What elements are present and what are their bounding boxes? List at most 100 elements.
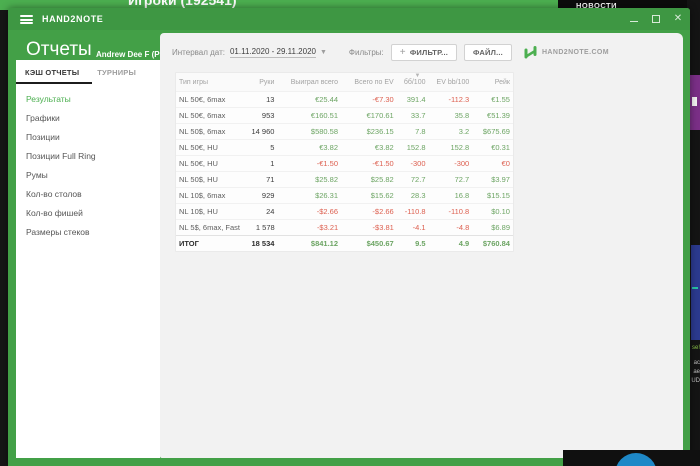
table-total-row[interactable]: ИТОГ 18 534 $841.12 $450.67 9.5 4.9 $760.84 bbox=[176, 235, 513, 251]
maximize-icon[interactable] bbox=[650, 13, 662, 25]
filter-button-label: ФИЛЬТР... bbox=[409, 47, 449, 57]
chevron-down-icon[interactable]: ▼ bbox=[320, 49, 327, 56]
add-filter-button[interactable]: + ФИЛЬТР... bbox=[390, 43, 458, 61]
cell-game-type: NL 50$, 6max bbox=[179, 127, 226, 136]
table-row[interactable]: NL 50€, HU 1 -€1.50 -€1.50 -300 -300 €0 bbox=[176, 155, 513, 171]
sidebar-item[interactable]: Позиции Full Ring bbox=[16, 147, 160, 166]
cell-value: -300 bbox=[410, 159, 426, 168]
column-header[interactable]: EV bb/100 bbox=[426, 79, 470, 86]
results-table: Тип игры Руки Выиграл всего Всего по EV бб/1… bbox=[175, 72, 514, 252]
cell-value: €160.51 bbox=[310, 111, 339, 120]
table-row[interactable]: NL 50€, HU 5 €3.82 €3.82 152.8 152.8 €0.31 bbox=[176, 139, 513, 155]
background-bottom-right bbox=[563, 450, 700, 466]
table-row[interactable]: NL 50$, 6max 14 960 $580.58 $236.15 7.8 3.2 $6… bbox=[176, 123, 513, 139]
cell-value: $580.58 bbox=[310, 127, 339, 136]
table-row[interactable]: NL 50€, 6max 13 €25.44 -€7.30 391.4 -112.3 €1.… bbox=[176, 91, 513, 107]
sidebar-tabs: КЭШ ОТЧЕТЫ ТУРНИРЫ bbox=[16, 60, 160, 84]
cell-hands: 13 bbox=[266, 95, 275, 104]
cell-value: -$3.21 bbox=[316, 223, 339, 232]
table-row[interactable]: NL 10$, 6max 929 $26.31 $15.62 28.3 16.8 $15.1… bbox=[176, 187, 513, 203]
cell-value: -112.3 bbox=[448, 95, 470, 104]
cell-value: 152.8 bbox=[450, 143, 470, 152]
cell-value: $15.15 bbox=[487, 191, 510, 200]
column-header[interactable]: Руки bbox=[229, 79, 274, 86]
cell-game-type: NL 10$, 6max bbox=[179, 191, 226, 200]
table-row[interactable]: NL 50€, 6max 953 €160.51 €170.61 33.7 35.8 €51… bbox=[176, 107, 513, 123]
cell-value: -110.8 bbox=[448, 207, 470, 216]
cell-value: 35.8 bbox=[454, 111, 470, 120]
sidebar-item[interactable]: Результаты bbox=[16, 90, 160, 109]
table-row[interactable]: NL 5$, 6max, Fast 1 578 -$3.21 -$3.81 -4.1 -4… bbox=[176, 219, 513, 235]
column-header[interactable]: Всего по EV bbox=[338, 79, 393, 86]
table-body: NL 50€, 6max 13 €25.44 -€7.30 391.4 -112.3 €1.… bbox=[176, 91, 513, 251]
cell-value: 33.7 bbox=[410, 111, 426, 120]
file-button[interactable]: ФАЙЛ... bbox=[464, 43, 512, 61]
cell-hands: 1 bbox=[270, 159, 275, 168]
sidebar-item[interactable]: Румы bbox=[16, 166, 160, 185]
sidebar-item[interactable]: Размеры стеков bbox=[16, 223, 160, 242]
column-header[interactable]: Выиграл всего bbox=[274, 79, 338, 86]
app-title: HAND2NOTE bbox=[42, 14, 104, 24]
cell-hands: 1 578 bbox=[255, 223, 275, 232]
cell-value: $26.31 bbox=[315, 191, 339, 200]
sidebar-item[interactable]: Кол-во фишей bbox=[16, 204, 160, 223]
cell-value: -€7.30 bbox=[372, 95, 394, 104]
column-header[interactable]: Рейк bbox=[469, 79, 510, 86]
cell-value: $25.82 bbox=[315, 175, 339, 184]
background-blue-circle-icon bbox=[615, 453, 657, 466]
content-panel: Интервал дат: 01.11.2020 - 29.11.2020 ▼ … bbox=[160, 33, 683, 458]
background-text-fragment: ae bbox=[693, 369, 700, 375]
column-header[interactable]: бб/100 ▼ bbox=[394, 73, 426, 86]
close-icon[interactable]: ✕ bbox=[672, 13, 684, 25]
cell-value: -$2.66 bbox=[372, 207, 394, 216]
cell-value: €3.82 bbox=[319, 143, 339, 152]
cell-value: -€1.50 bbox=[316, 159, 339, 168]
cell-value: 16.8 bbox=[454, 191, 470, 200]
account-name: Andrew Dee F (PS) bbox=[96, 50, 168, 59]
tab-cash-reports[interactable]: КЭШ ОТЧЕТЫ bbox=[16, 60, 93, 84]
cell-value: 72.7 bbox=[410, 175, 426, 184]
column-header[interactable]: Тип игры bbox=[179, 79, 229, 86]
cell-hands: 24 bbox=[266, 207, 275, 216]
cell-hands: 18 534 bbox=[251, 239, 275, 248]
hamburger-menu-icon[interactable] bbox=[20, 15, 33, 25]
sidebar-item[interactable]: Графики bbox=[16, 109, 160, 128]
cell-hands: 953 bbox=[261, 111, 275, 120]
cell-game-type: NL 50€, HU bbox=[179, 159, 218, 168]
sidebar-menu: Результаты Графики Позиции Позиции Full Rin… bbox=[16, 84, 160, 242]
cell-value: 28.3 bbox=[410, 191, 426, 200]
background-purple-block bbox=[690, 75, 700, 130]
filters-label: Фильтры: bbox=[348, 47, 384, 57]
cell-value: €1.55 bbox=[491, 95, 510, 104]
cell-game-type: ИТОГ bbox=[179, 239, 199, 248]
cell-value: $25.82 bbox=[370, 175, 394, 184]
date-range-selector[interactable]: 01.11.2020 - 29.11.2020 bbox=[229, 47, 316, 58]
cell-game-type: NL 50€, 6max bbox=[179, 95, 226, 104]
background-text-fragment: se! bbox=[691, 345, 700, 351]
background-text-fragment: UD bbox=[691, 378, 700, 384]
background-navy-block bbox=[691, 245, 700, 340]
tab-tournaments[interactable]: ТУРНИРЫ bbox=[88, 60, 145, 84]
cell-value: €0 bbox=[501, 159, 510, 168]
cell-value: €3.82 bbox=[374, 143, 394, 152]
sidebar-item[interactable]: Позиции bbox=[16, 128, 160, 147]
cell-value: 391.4 bbox=[406, 95, 426, 104]
cell-value: $236.15 bbox=[366, 127, 394, 136]
cell-value: 72.7 bbox=[454, 175, 470, 184]
cell-value: $6.89 bbox=[491, 223, 510, 232]
sidebar-item[interactable]: Кол-во столов bbox=[16, 185, 160, 204]
cell-value: 152.8 bbox=[406, 143, 426, 152]
table-row[interactable]: NL 50$, HU 71 $25.82 $25.82 72.7 72.7 $3.97 bbox=[176, 171, 513, 187]
cell-value: -300 bbox=[454, 159, 470, 168]
sort-caret-icon: ▼ bbox=[414, 72, 421, 79]
cell-value: -4.8 bbox=[456, 223, 470, 232]
minimize-icon[interactable] bbox=[628, 13, 640, 25]
sidebar: КЭШ ОТЧЕТЫ ТУРНИРЫ Результаты Графики Позиц… bbox=[16, 60, 160, 458]
cell-game-type: NL 50€, HU bbox=[179, 143, 218, 152]
site-label: HAND2NOTE.COM bbox=[541, 48, 609, 56]
table-row[interactable]: NL 10$, HU 24 -$2.66 -$2.66 -110.8 -110.8 $0.1… bbox=[176, 203, 513, 219]
background-text-fragment: ac bbox=[693, 360, 700, 366]
cell-game-type: NL 50$, HU bbox=[179, 175, 218, 184]
cell-hands: 14 960 bbox=[251, 127, 275, 136]
hand2note-reports-window: HAND2NOTE ✕ Отчеты Andrew Dee F (PS) ▼ КЭ… bbox=[8, 8, 690, 466]
